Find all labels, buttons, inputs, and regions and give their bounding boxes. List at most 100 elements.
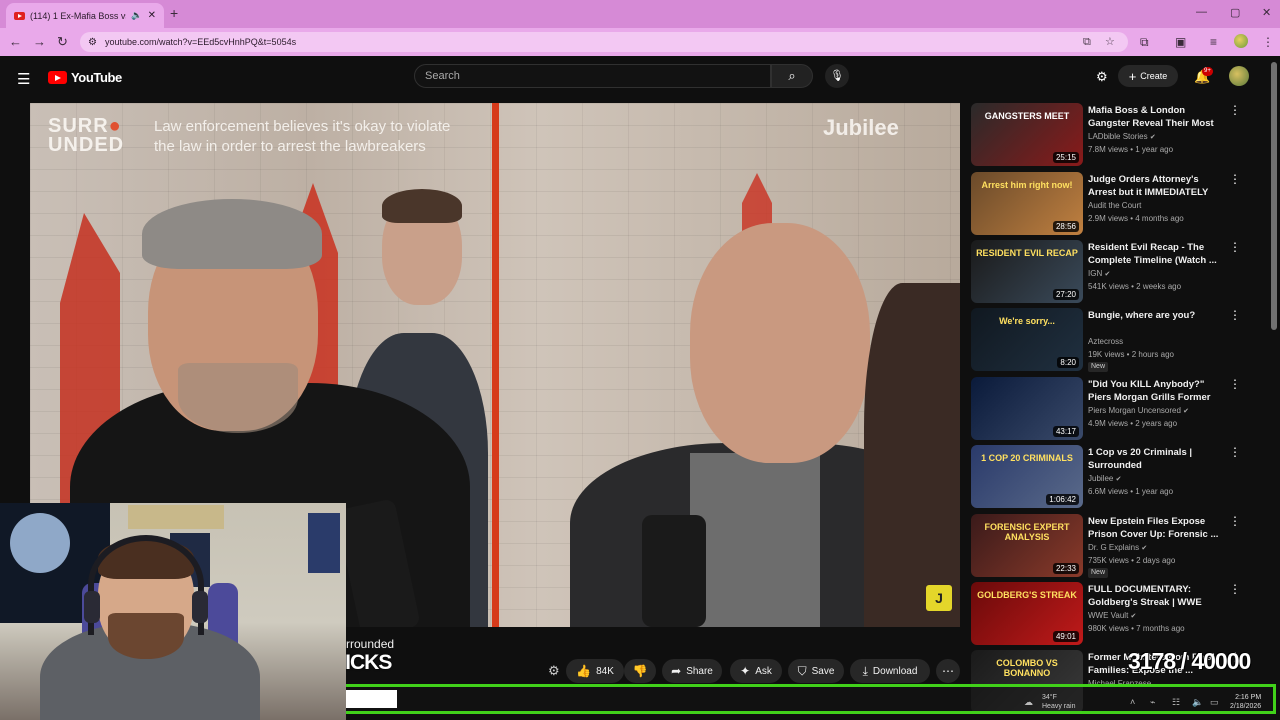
minimize-icon[interactable]: — <box>1196 6 1207 18</box>
recommendation-title[interactable]: Resident Evil Recap - The Complete Timel… <box>1088 241 1226 267</box>
save-button[interactable]: ⛉ Save <box>788 659 844 683</box>
recommendation-thumbnail[interactable]: FORENSIC EXPERT ANALYSIS 22:33 <box>971 514 1083 577</box>
recommendation-thumbnail[interactable]: Arrest him right now! 28:56 <box>971 172 1083 235</box>
network-icon[interactable]: ⌁ <box>1150 697 1155 708</box>
more-vert-icon[interactable]: ⋮ <box>1229 103 1241 117</box>
recommendation-meta: 7.8M views • 1 year ago <box>1088 145 1174 154</box>
more-vert-icon[interactable]: ⋮ <box>1229 445 1241 459</box>
recommendation-title[interactable]: Mafia Boss & London Gangster Reveal Thei… <box>1088 104 1226 131</box>
back-icon[interactable]: ← <box>9 34 22 49</box>
bookmark-icon: ⛉ <box>797 663 807 678</box>
split-divider <box>492 103 499 627</box>
recommendation-channel[interactable]: Aztecross <box>1088 337 1123 346</box>
dislike-button[interactable]: 👎 <box>624 659 656 683</box>
recommendation-item[interactable]: Arrest him right now! 28:56 Judge Orders A… <box>971 172 1261 238</box>
more-vert-icon[interactable]: ⋮ <box>1229 308 1241 322</box>
mic-icon: 🎙 <box>830 70 844 82</box>
verified-icon: ✔ <box>1149 134 1156 141</box>
tab-close-icon[interactable]: ✕ <box>148 10 156 21</box>
headset-ear-right <box>192 591 208 623</box>
bookmark-star-icon[interactable]: ☆ <box>1105 32 1115 52</box>
maximize-icon[interactable]: ▢ <box>1230 6 1240 19</box>
recommendation-channel[interactable]: LADbible Stories ✔ <box>1088 132 1156 141</box>
recommendation-thumbnail[interactable]: GOLDBERG'S STREAK 49:01 <box>971 582 1083 645</box>
channel-badge[interactable]: J <box>926 585 952 611</box>
reload-icon[interactable]: ↻ <box>57 34 68 50</box>
recommendation-thumbnail[interactable]: RESIDENT EVIL RECAP 27:20 <box>971 240 1083 303</box>
recommendation-item[interactable]: FORENSIC EXPERT ANALYSIS 22:33 New Epstein… <box>971 514 1261 580</box>
recommendation-channel[interactable]: Audit the Court <box>1088 201 1141 210</box>
recommendation-item[interactable]: GOLDBERG'S STREAK 49:01 FULL DOCUMENTARY: … <box>971 582 1261 648</box>
thumbnail-text: 1 COP 20 CRIMINALS <box>981 453 1073 463</box>
recommendation-title[interactable]: New Epstein Files Expose Prison Cover Up… <box>1088 515 1226 541</box>
recommendation-title[interactable]: "Did You KILL Anybody?" Piers Morgan Gri… <box>1088 378 1226 405</box>
recommendation-thumbnail[interactable]: 43:17 <box>971 377 1083 440</box>
youtube-logo[interactable]: YouTube <box>48 70 122 85</box>
extension-icon[interactable]: ⚙ <box>1096 69 1108 85</box>
window-close-icon[interactable]: ✕ <box>1262 6 1271 19</box>
more-vert-icon[interactable]: ⋮ <box>1229 172 1241 186</box>
ask-button[interactable]: ✦ Ask <box>730 659 782 683</box>
share-icon: ➦ <box>671 664 682 678</box>
speaker-icon[interactable]: 🔈 <box>131 10 142 21</box>
browser-tab[interactable]: (114) 1 Ex-Mafia Boss vs 20 🔈 ✕ <box>6 3 164 28</box>
weather-desc: Heavy rain <box>1042 703 1076 710</box>
recommendation-thumbnail[interactable]: GANGSTERS MEET 25:15 <box>971 103 1083 166</box>
extensions-icon[interactable]: ⧉ <box>1140 35 1149 50</box>
browser-menu-icon[interactable]: ⋮ <box>1262 35 1274 49</box>
search-button[interactable]: ⌕ <box>771 64 813 88</box>
more-vert-icon[interactable]: ⋮ <box>1229 377 1241 391</box>
voice-search-button[interactable]: 🎙 <box>825 64 849 88</box>
more-vert-icon[interactable]: ⋮ <box>1229 582 1241 596</box>
recommendation-thumbnail[interactable]: We're sorry... 8:20 <box>971 308 1083 371</box>
site-info-icon[interactable]: ⚙ <box>88 37 97 48</box>
browser-profile-avatar[interactable] <box>1234 34 1248 48</box>
duration-badge: 28:56 <box>1052 221 1079 232</box>
right-man-shirt <box>690 453 820 627</box>
recommendation-item[interactable]: 1 COP 20 CRIMINALS 1:06:42 1 Cop vs 20 Cri… <box>971 445 1261 511</box>
more-actions-button[interactable]: ⋯ <box>936 659 960 683</box>
weather-widget[interactable]: 34°F Heavy rain <box>1042 693 1075 711</box>
wifi-icon[interactable]: ☷ <box>1172 697 1180 708</box>
more-vert-icon[interactable]: ⋮ <box>1229 240 1241 254</box>
share-button[interactable]: ➦ Share <box>662 659 722 683</box>
weather-icon[interactable]: ☁ <box>1024 697 1033 708</box>
recommendation-channel[interactable]: IGN ✔ <box>1088 269 1110 278</box>
recommendation-item[interactable]: GANGSTERS MEET 25:15 Mafia Boss & London G… <box>971 103 1261 169</box>
battery-icon[interactable]: ▭ <box>1210 697 1219 708</box>
recommendation-item[interactable]: 43:17 "Did You KILL Anybody?" Piers Morga… <box>971 377 1261 443</box>
install-icon[interactable]: ⧉ <box>1083 32 1091 52</box>
sidepanel-icon[interactable]: ▣ <box>1175 35 1186 49</box>
recommendation-title[interactable]: Judge Orders Attorney's Arrest but it IM… <box>1088 173 1226 200</box>
recommendation-channel[interactable]: Piers Morgan Uncensored ✔ <box>1088 406 1189 415</box>
recommendation-title[interactable]: 1 Cop vs 20 Criminals | Surrounded <box>1088 446 1226 472</box>
recommendation-item[interactable]: We're sorry... 8:20 Bungie, where are you?… <box>971 308 1261 374</box>
volume-icon[interactable]: 🔈 <box>1192 697 1203 708</box>
reading-list-icon[interactable]: ≡ <box>1210 35 1217 49</box>
url-input[interactable]: ⚙ youtube.com/watch?v=EEd5cvHnhPQ&t=5054… <box>80 32 1128 52</box>
recommendation-item[interactable]: RESIDENT EVIL RECAP 27:20 Resident Evil Re… <box>971 240 1261 306</box>
menu-icon[interactable]: ☰ <box>17 70 30 88</box>
new-badge: New <box>1088 362 1109 372</box>
recommendation-meta: 6.6M views • 1 year ago <box>1088 487 1174 496</box>
download-button[interactable]: ⤓ Download <box>850 659 930 683</box>
recommendation-thumbnail[interactable]: 1 COP 20 CRIMINALS 1:06:42 <box>971 445 1083 508</box>
new-tab-icon[interactable]: + <box>170 5 178 21</box>
account-avatar[interactable] <box>1229 66 1249 86</box>
system-clock[interactable]: 2:16 PM 2/18/2026 <box>1230 693 1261 711</box>
recommendation-channel[interactable]: Dr. G Explains ✔ <box>1088 543 1147 552</box>
more-vert-icon[interactable]: ⋮ <box>1229 514 1241 528</box>
recommendation-channel[interactable]: WWE Vault ✔ <box>1088 611 1136 620</box>
forward-icon[interactable]: → <box>33 34 46 49</box>
background-man-hair <box>382 189 462 223</box>
like-button[interactable]: 👍 84K <box>566 659 624 683</box>
create-button[interactable]: + Create <box>1118 65 1178 87</box>
recommendation-meta: 735K views • 2 days ago <box>1088 556 1176 565</box>
scrollbar[interactable] <box>1271 62 1277 330</box>
recommendation-channel[interactable]: Jubilee ✔ <box>1088 474 1121 483</box>
search-input[interactable]: Search <box>414 64 771 88</box>
tray-chevron-icon[interactable]: ˄ <box>1130 697 1135 707</box>
settings-gear-icon[interactable]: ⚙ <box>548 663 560 679</box>
recommendation-title[interactable]: FULL DOCUMENTARY: Goldberg's Streak | WW… <box>1088 583 1226 610</box>
recommendation-title[interactable]: Bungie, where are you? <box>1088 309 1226 322</box>
